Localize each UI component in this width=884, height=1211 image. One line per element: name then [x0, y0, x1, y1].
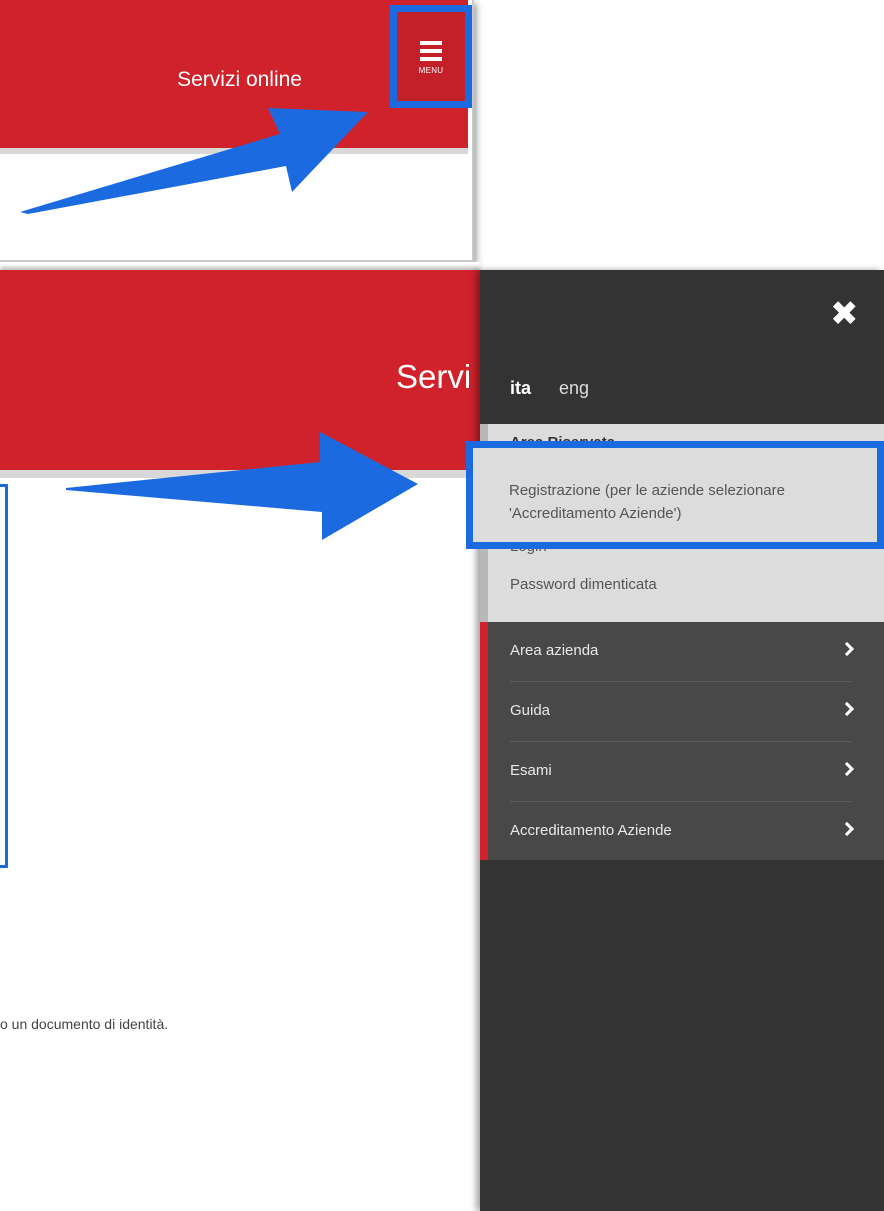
arrow-to-registration [66, 432, 418, 540]
arrow-to-menu [20, 108, 368, 214]
annotation-arrows [20, 108, 418, 540]
